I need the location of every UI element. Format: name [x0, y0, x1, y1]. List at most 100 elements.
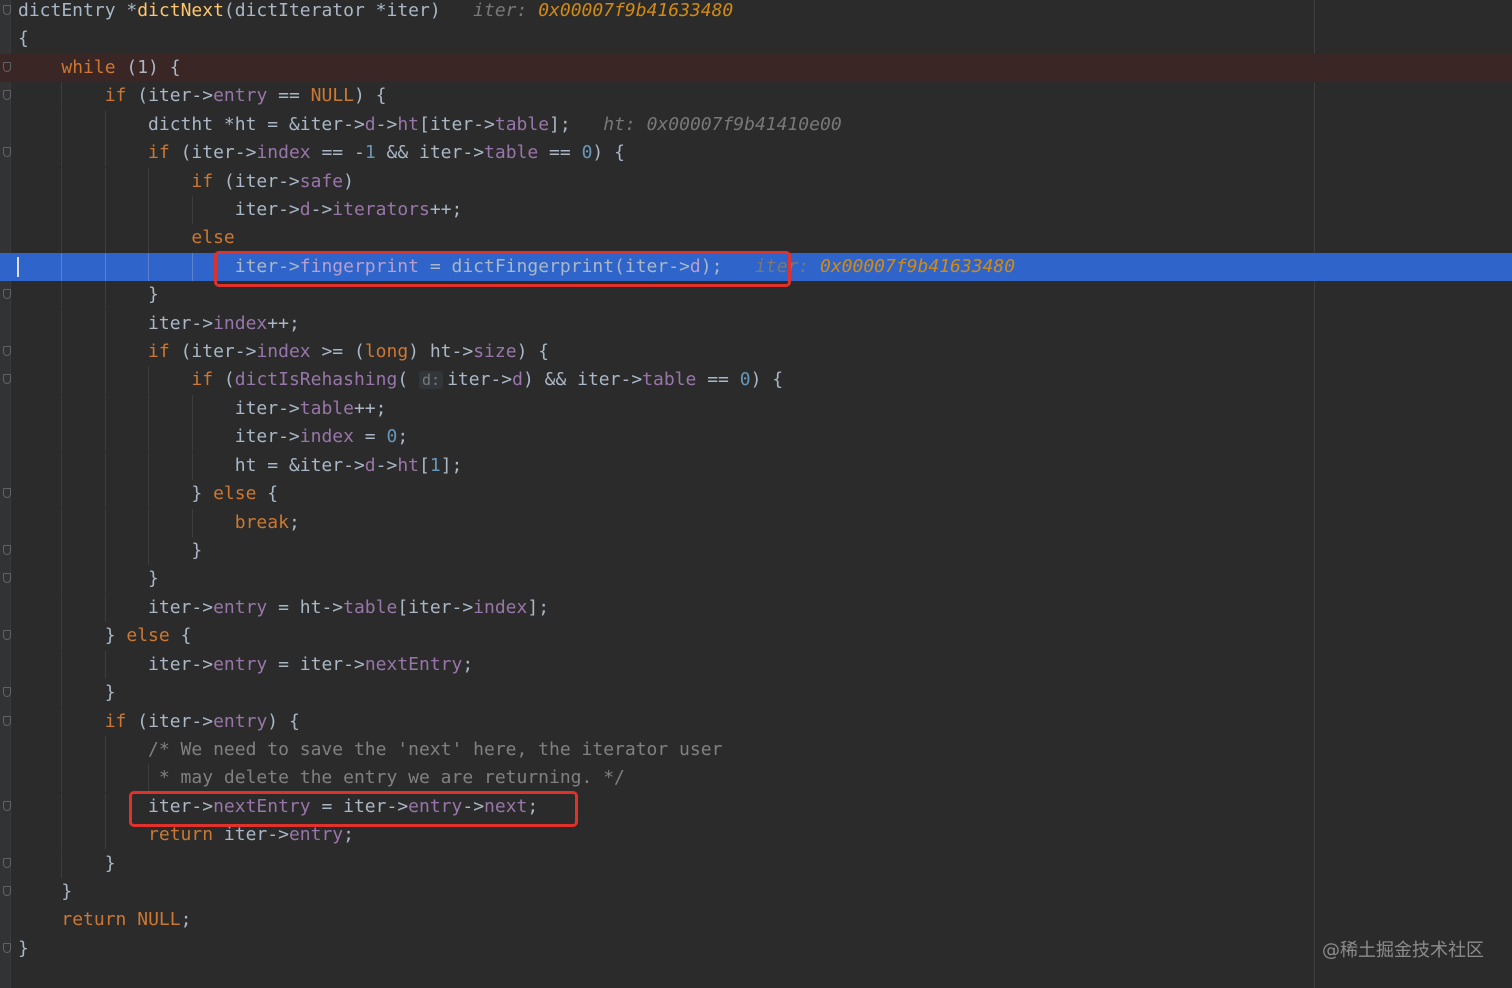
code-token: table: [642, 369, 697, 391]
code-token: iter->: [18, 312, 214, 334]
code-line[interactable]: if (dictIsRehashing( d: iter->d) && iter-…: [0, 366, 1512, 395]
code-token: dictNext: [137, 0, 224, 21]
code-line[interactable]: if (iter->entry == NULL) {: [0, 82, 1512, 111]
code-line[interactable]: } else {: [0, 622, 1512, 651]
code-line[interactable]: while (1) {: [0, 53, 1512, 82]
code-line[interactable]: if (iter->index >= (long) ht->size) {: [0, 338, 1512, 367]
fold-marker-icon[interactable]: [3, 715, 11, 726]
code-token: ;: [180, 909, 192, 931]
code-text: * may delete the entry we are returning.…: [18, 764, 625, 792]
code-text: return NULL;: [18, 906, 191, 934]
code-token: (1) {: [115, 56, 181, 78]
fold-marker-icon[interactable]: [3, 886, 11, 897]
code-line[interactable]: /* We need to save the 'next' here, the …: [0, 735, 1512, 764]
code-token: /* We need to save the 'next' here, the …: [18, 738, 723, 760]
code-text: }: [18, 281, 159, 309]
code-token: ];: [549, 113, 593, 135]
code-text: iter->entry = ht->table[iter->index];: [18, 594, 549, 622]
code-token: if: [148, 341, 170, 363]
fold-marker-icon[interactable]: [3, 346, 11, 357]
code-token: (iter->: [169, 341, 257, 363]
code-token: [: [419, 454, 430, 476]
code-token: (iter->: [213, 170, 300, 192]
code-token: iter->: [447, 369, 513, 391]
code-token: }: [18, 284, 159, 306]
code-token: entry: [288, 824, 344, 846]
code-text: if (iter->entry == NULL) {: [18, 82, 387, 110]
code-line[interactable]: iter->d->iterators++;: [0, 195, 1512, 224]
code-text: dictEntry *dictNext(dictIterator *iter) …: [18, 0, 733, 25]
code-token: if: [191, 170, 214, 192]
fold-marker-icon[interactable]: [3, 374, 11, 385]
code-line[interactable]: }: [0, 679, 1512, 708]
code-token: ) {: [750, 369, 784, 391]
fold-marker-icon[interactable]: [3, 61, 11, 72]
code-line[interactable]: {: [0, 25, 1512, 53]
fold-marker-icon[interactable]: [3, 147, 11, 158]
code-token: [iter->: [397, 596, 474, 618]
code-line[interactable]: iter->table++;: [0, 394, 1512, 423]
fold-marker-icon[interactable]: [3, 857, 11, 868]
code-token: ht: [397, 113, 419, 135]
code-token: dictIsRehashing: [234, 369, 398, 391]
code-line[interactable]: ht = &iter->d->ht[1];: [0, 451, 1512, 480]
code-line[interactable]: }: [0, 935, 1512, 963]
fold-marker-icon[interactable]: [3, 488, 11, 499]
code-token: }: [18, 881, 73, 903]
code-token: ->: [310, 198, 333, 220]
code-line[interactable]: } else {: [0, 480, 1512, 509]
fold-marker-icon[interactable]: [3, 942, 11, 953]
code-line[interactable]: iter->index++;: [0, 309, 1512, 338]
code-token: ;: [343, 824, 354, 846]
code-editor[interactable]: dictEntry *dictNext(dictIterator *iter) …: [0, 0, 1512, 988]
code-token: d: [299, 198, 311, 220]
code-line[interactable]: iter->entry = ht->table[iter->index];: [0, 593, 1512, 622]
code-line[interactable]: * may delete the entry we are returning.…: [0, 764, 1512, 793]
code-line[interactable]: iter->index = 0;: [0, 423, 1512, 452]
code-token: nextEntry: [364, 653, 463, 675]
code-line[interactable]: dictEntry *dictNext(dictIterator *iter) …: [0, 0, 1512, 25]
code-token: if: [104, 710, 127, 732]
code-token: entry: [213, 596, 268, 618]
fold-marker-icon[interactable]: [3, 573, 11, 584]
code-line[interactable]: if (iter->index == -1 && iter->table == …: [0, 139, 1512, 168]
code-token: entry: [213, 85, 268, 107]
code-token: 1: [429, 454, 441, 476]
code-line[interactable]: }: [0, 536, 1512, 565]
code-line[interactable]: }: [0, 878, 1512, 906]
code-token: ];: [527, 596, 550, 618]
code-token: ++;: [353, 397, 387, 419]
code-token: else: [213, 483, 257, 505]
code-line[interactable]: return NULL;: [0, 906, 1512, 934]
code-line[interactable]: iter->entry = iter->nextEntry;: [0, 650, 1512, 679]
code-token: index: [256, 341, 311, 363]
fold-marker-icon[interactable]: [3, 630, 11, 641]
code-line[interactable]: break;: [0, 508, 1512, 537]
fold-marker-icon[interactable]: [3, 5, 11, 15]
fold-marker-icon[interactable]: [3, 687, 11, 698]
fold-marker-icon[interactable]: [3, 800, 11, 811]
code-token: ) && iter->: [522, 369, 643, 391]
code-line[interactable]: }: [0, 849, 1512, 878]
code-token: }: [18, 625, 127, 647]
code-token: [iter->: [419, 113, 495, 135]
code-token: NULL: [310, 85, 354, 107]
code-line[interactable]: dictht *ht = &iter->d->ht[iter->table]; …: [0, 110, 1512, 139]
fold-marker-icon[interactable]: [3, 544, 11, 555]
code-token: d: [512, 369, 523, 391]
code-line[interactable]: else: [0, 224, 1512, 253]
code-token: while: [61, 56, 116, 78]
fold-marker-icon[interactable]: [3, 90, 11, 101]
fold-marker-icon[interactable]: [3, 289, 11, 300]
code-line[interactable]: }: [0, 565, 1512, 594]
code-line[interactable]: if (iter->entry) {: [0, 707, 1512, 736]
highlight-box: [129, 790, 578, 827]
code-token: iter->: [18, 653, 214, 675]
code-token: ];: [440, 454, 463, 476]
code-line[interactable]: if (iter->safe): [0, 167, 1512, 196]
code-token: table: [484, 142, 539, 164]
